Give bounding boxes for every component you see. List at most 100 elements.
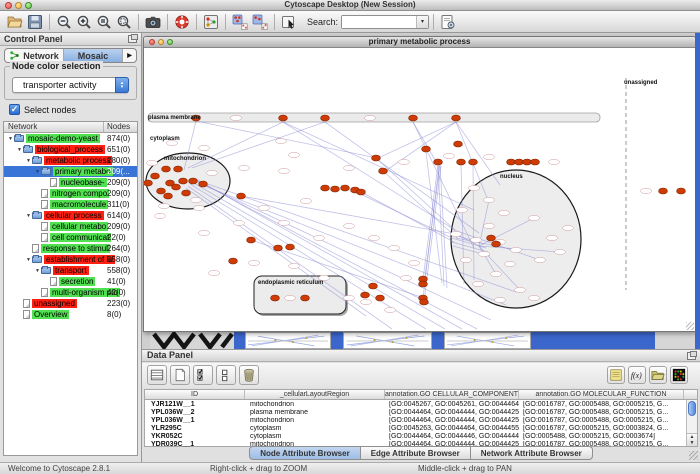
- graph-node-label[interactable]: [563, 225, 574, 230]
- graph-node[interactable]: [301, 295, 310, 301]
- graph-node-label[interactable]: [199, 145, 210, 150]
- graph-node[interactable]: [144, 180, 152, 186]
- disclosure-triangle-icon[interactable]: ▼: [34, 169, 41, 175]
- graph-node[interactable]: [157, 188, 166, 194]
- zoom-out-button[interactable]: [54, 12, 74, 32]
- graph-node-label[interactable]: [499, 210, 510, 215]
- graph-node[interactable]: [274, 245, 283, 251]
- annotation-button[interactable]: [279, 12, 299, 32]
- graph-node[interactable]: [419, 281, 428, 287]
- graph-node[interactable]: [379, 168, 388, 174]
- graph-node-label[interactable]: [385, 307, 396, 312]
- window-titlebar[interactable]: Cytoscape Desktop (New Session): [0, 0, 700, 11]
- graph-node[interactable]: [487, 235, 496, 241]
- network-close-button[interactable]: [149, 39, 155, 45]
- graph-node-label[interactable]: [451, 231, 462, 236]
- graph-node[interactable]: [492, 241, 501, 247]
- graph-node-label[interactable]: [259, 205, 270, 210]
- graph-node-label[interactable]: [207, 170, 218, 175]
- region-label[interactable]: cytoplasm: [150, 136, 180, 142]
- graph-node-label[interactable]: [495, 297, 506, 302]
- select-attributes-button[interactable]: [193, 365, 213, 385]
- network-minimize-button[interactable]: [158, 39, 164, 45]
- graph-node-label[interactable]: [301, 198, 312, 203]
- graph-node-label[interactable]: [401, 275, 412, 280]
- graph-node[interactable]: [279, 115, 288, 121]
- save-button[interactable]: [25, 12, 45, 32]
- network-label[interactable]: establishment of lo: [44, 255, 115, 264]
- network-label[interactable]: mosaic-demo-yeast: [26, 134, 100, 143]
- graph-node-label[interactable]: [549, 159, 560, 164]
- tab-network-attribute-browser[interactable]: Network Attribute Browser: [471, 446, 593, 460]
- network-label[interactable]: nitrogen compo: [50, 189, 109, 198]
- graph-node-label[interactable]: [276, 138, 287, 143]
- graph-node-label[interactable]: [249, 260, 260, 265]
- graph-node-label[interactable]: [369, 235, 380, 240]
- table-row[interactable]: YPL036W__1mitochondrion[GO:0044464, GO:0…: [145, 416, 697, 424]
- tree-row[interactable]: ▼biological_process651(0): [4, 144, 137, 155]
- graph-node[interactable]: [409, 115, 418, 121]
- graph-node[interactable]: [357, 189, 366, 195]
- snapshot-button[interactable]: [143, 12, 163, 32]
- graph-node[interactable]: [341, 185, 350, 191]
- graph-node-label[interactable]: [409, 260, 420, 265]
- scrollbar-thumb[interactable]: [688, 401, 696, 416]
- table-row[interactable]: YPL036W__2plasma membrane[GO:0044464, GO…: [145, 408, 697, 416]
- graph-node[interactable]: [452, 115, 461, 121]
- network-label[interactable]: nucleobase-: [59, 178, 107, 187]
- graph-node-label[interactable]: [471, 237, 482, 242]
- new-attribute-button[interactable]: [170, 365, 190, 385]
- graph-node[interactable]: [434, 159, 443, 165]
- search-dropdown-button[interactable]: ▾: [416, 16, 428, 28]
- tree-row[interactable]: unassigned223(0): [4, 298, 137, 309]
- graph-node[interactable]: [457, 159, 466, 165]
- open-folder-button[interactable]: [649, 366, 667, 384]
- graph-node[interactable]: [422, 146, 431, 152]
- network-label[interactable]: transport: [53, 266, 89, 275]
- tree-row[interactable]: Overview8(0): [4, 309, 137, 320]
- search-config-button[interactable]: [438, 12, 458, 32]
- graph-node-label[interactable]: [515, 287, 526, 292]
- graph-node-label[interactable]: [505, 261, 516, 266]
- network-zoom-button[interactable]: [167, 39, 173, 45]
- network-canvas[interactable]: plasma membranecytoplasmmitochondrionnuc…: [144, 48, 695, 331]
- network-label[interactable]: cellular metabo: [50, 222, 108, 231]
- graph-node-label[interactable]: [547, 235, 558, 240]
- column-header[interactable]: annotation.GO MOLECULAR_FUNCTION: [519, 390, 684, 399]
- column-header[interactable]: ID: [145, 390, 245, 399]
- table-scrollbar[interactable]: ▲▼: [686, 400, 697, 446]
- graph-node-label[interactable]: [289, 263, 300, 268]
- graph-node-label[interactable]: [389, 245, 400, 250]
- graph-node-label[interactable]: [289, 152, 300, 157]
- graph-node[interactable]: [321, 115, 330, 121]
- graph-node[interactable]: [531, 159, 540, 165]
- node-color-dropdown[interactable]: transporter activity ▴▾: [12, 77, 129, 93]
- disclosure-triangle-icon[interactable]: ▼: [16, 147, 23, 153]
- graph-node[interactable]: [507, 159, 516, 165]
- graph-node-label[interactable]: [641, 188, 652, 193]
- graph-node-label[interactable]: [361, 299, 372, 304]
- graph-node-label[interactable]: [147, 160, 158, 165]
- graph-node-label[interactable]: [469, 185, 480, 190]
- graph-node-label[interactable]: [461, 257, 472, 262]
- graph-node[interactable]: [454, 141, 463, 147]
- network-view-window[interactable]: primary metabolic process plasma membran…: [143, 36, 696, 332]
- formula-builder-button[interactable]: f(x): [628, 366, 646, 384]
- table-row[interactable]: YLR295Ccytoplasm[GO:0045263, GO:0044464,…: [145, 424, 697, 432]
- graph-node[interactable]: [331, 186, 340, 192]
- graph-node-label[interactable]: [199, 230, 210, 235]
- tree-row[interactable]: ▼establishment of lo558(0): [4, 254, 137, 265]
- zoom-selected-button[interactable]: [94, 12, 114, 32]
- open-file-button[interactable]: [5, 12, 25, 32]
- graph-node[interactable]: [164, 193, 173, 199]
- graph-node[interactable]: [376, 295, 385, 301]
- graph-node-label[interactable]: [344, 223, 355, 228]
- graph-node[interactable]: [677, 188, 686, 194]
- network-label[interactable]: metabolic process: [44, 156, 112, 165]
- graph-node-label[interactable]: [159, 203, 170, 208]
- graph-node-label[interactable]: [473, 281, 484, 286]
- network-label[interactable]: response to stimul: [41, 244, 110, 253]
- table-row[interactable]: YKR052Ccytoplasm[GO:0044464, GO:0044446,…: [145, 432, 697, 440]
- delete-attribute-button[interactable]: [239, 365, 259, 385]
- disclosure-triangle-icon[interactable]: ▼: [34, 268, 41, 274]
